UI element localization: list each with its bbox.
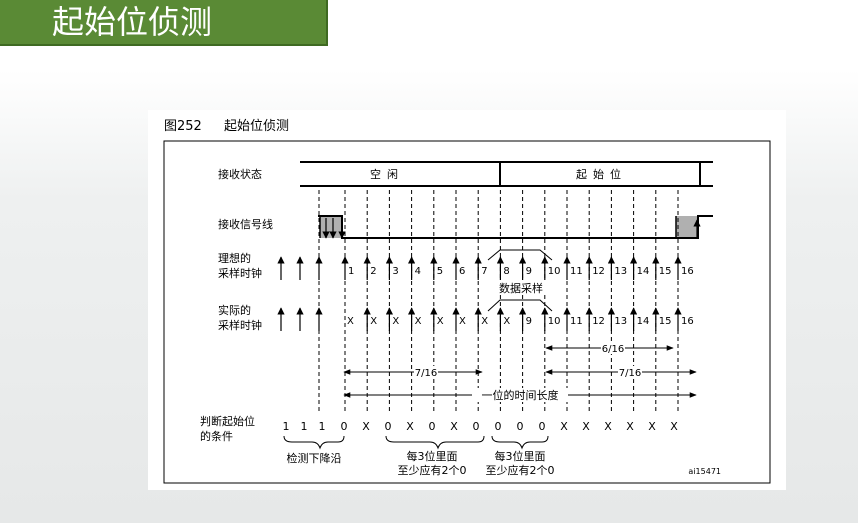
dimension-label-bit-time: 一位的时间长度	[482, 388, 559, 402]
condition-value: 1	[319, 420, 326, 433]
ideal-clock-label: 13	[614, 266, 627, 277]
ideal-sampling-clock: 1 2 3 4 5 6 7 8 9 10 11 12 13 14 15 16	[277, 256, 694, 280]
label-rx-state: 接收状态	[218, 167, 262, 181]
ideal-clock-label: 1	[348, 266, 354, 277]
dimension-label-7-16-right: 7/16	[619, 368, 641, 379]
label-actual-1: 实际的	[218, 303, 251, 317]
actual-sampling-clock: X X X X X X X X 9 10 11 12 13 14 15 16	[277, 307, 694, 331]
actual-clock-label: 16	[681, 316, 694, 327]
ideal-clock-label: 9	[526, 266, 532, 277]
condition-value: 0	[495, 420, 502, 433]
actual-clock-label: 14	[637, 316, 650, 327]
actual-clock-label: 12	[592, 316, 605, 327]
condition-value: X	[362, 420, 370, 433]
actual-clock-label: 11	[570, 316, 583, 327]
condition-value: X	[450, 420, 458, 433]
condition-value: X	[604, 420, 612, 433]
ideal-clock-label: 3	[392, 266, 398, 277]
condition-value: 0	[473, 420, 480, 433]
ideal-clock-label: 12	[592, 266, 605, 277]
condition-value: 0	[429, 420, 436, 433]
ideal-clock-label: 14	[637, 266, 650, 277]
condition-braces	[283, 435, 549, 450]
note-group-1-line-2: 至少应有2个0	[398, 463, 467, 477]
note-group-2-line-1: 每3位里面	[495, 449, 546, 463]
actual-clock-label: X	[459, 316, 466, 327]
condition-value: 1	[301, 420, 308, 433]
condition-value: X	[626, 420, 634, 433]
condition-value: X	[406, 420, 414, 433]
start-bit-detection-figure: 图252 起始位侦测 接收状态 接收信号线 理想的 采样时钟 实际的 采样时钟 …	[148, 110, 786, 490]
condition-value: X	[648, 420, 656, 433]
condition-value: 0	[517, 420, 524, 433]
figure-id: ai15471	[688, 467, 721, 476]
condition-value: 1	[283, 420, 290, 433]
ideal-clock-label: 15	[659, 266, 672, 277]
state-idle: 空闲	[370, 167, 404, 181]
actual-clock-label: X	[415, 316, 422, 327]
actual-clock-label: X	[437, 316, 444, 327]
ideal-clock-label: 2	[370, 266, 376, 277]
ideal-clock-label: 16	[681, 266, 694, 277]
condition-value: X	[582, 420, 590, 433]
ideal-clock-label: 8	[503, 266, 509, 277]
actual-clock-label: 15	[659, 316, 672, 327]
actual-clock-label: X	[481, 316, 488, 327]
ideal-clock-label: 5	[437, 266, 443, 277]
actual-clock-label: 13	[614, 316, 627, 327]
note-group-1-line-1: 每3位里面	[407, 449, 458, 463]
dimension-label-6-16: 6/16	[602, 344, 624, 355]
label-rx-line: 接收信号线	[218, 217, 273, 231]
condition-values: 1110X0X0X0000XXXXXX	[283, 420, 679, 433]
timing-diagram: 图252 起始位侦测 接收状态 接收信号线 理想的 采样时钟 实际的 采样时钟 …	[163, 119, 771, 484]
label-condition-2: 的条件	[200, 429, 233, 443]
state-start-bit: 起始位	[576, 167, 627, 181]
ideal-clock-label: 10	[548, 266, 561, 277]
condition-value: X	[560, 420, 568, 433]
label-ideal-2: 采样时钟	[218, 266, 262, 280]
caption-number: 图252	[164, 119, 202, 134]
ideal-clock-label: 7	[481, 266, 487, 277]
ideal-clock-label: 11	[570, 266, 583, 277]
note-falling-edge: 检测下降沿	[287, 451, 342, 465]
actual-clock-label: 10	[548, 316, 561, 327]
rx-line-waveform	[318, 215, 713, 239]
condition-value: 0	[539, 420, 546, 433]
rx-state-bar	[300, 161, 713, 187]
actual-clock-label: X	[370, 316, 377, 327]
label-condition-1: 判断起始位	[200, 414, 255, 428]
figure-frame	[163, 140, 771, 484]
title-bar: 起始位侦测	[0, 0, 328, 46]
caption-title: 起始位侦测	[224, 119, 289, 134]
actual-clock-label: X	[392, 316, 399, 327]
note-group-2-line-2: 至少应有2个0	[486, 463, 555, 477]
slide-title: 起始位侦测	[52, 3, 213, 41]
condition-value: X	[670, 420, 678, 433]
data-sampling-brackets	[487, 249, 553, 312]
condition-value: 0	[385, 420, 392, 433]
condition-value: 0	[341, 420, 348, 433]
actual-clock-label: 9	[526, 316, 532, 327]
data-sampling-label: 数据采样	[499, 281, 543, 295]
dimension-label-7-16-left: 7/16	[415, 368, 437, 379]
actual-clock-label: X	[347, 316, 354, 327]
ideal-clock-label: 4	[415, 266, 421, 277]
ideal-clock-label: 6	[459, 266, 465, 277]
actual-clock-label: X	[503, 316, 510, 327]
label-ideal-1: 理想的	[218, 251, 251, 265]
label-actual-2: 采样时钟	[218, 318, 262, 332]
